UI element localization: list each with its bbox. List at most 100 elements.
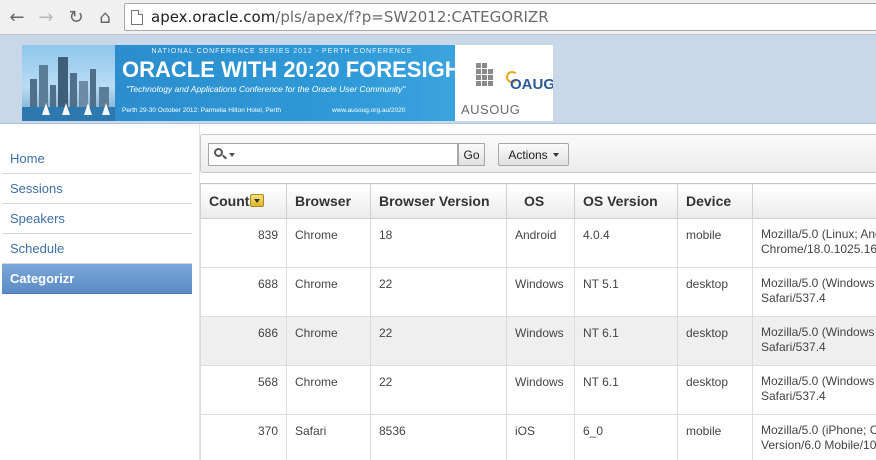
url-host: apex.oracle.com (151, 8, 276, 26)
user-agent-line-2: Safari/537.4 (761, 340, 826, 354)
cell-count: 370 (200, 414, 287, 460)
sidebar-item-label: Home (10, 151, 45, 166)
sidebar-item-label: Schedule (10, 241, 65, 256)
sidebar-item-label: Speakers (10, 211, 65, 226)
sidebar-item-categorizr[interactable]: Categorizr (2, 264, 192, 294)
cell-browser-version: 22 (370, 365, 507, 415)
cell-user-agent: Mozilla/5.0 (Windows NT 5.1)Safari/537.4 (752, 267, 876, 317)
search-icon[interactable] (213, 146, 235, 164)
cell-os: Windows (506, 267, 575, 317)
sidebar-item-sessions[interactable]: Sessions (2, 174, 192, 204)
column-header-label: Browser Version (379, 193, 490, 209)
column-header-os[interactable]: OS (506, 183, 575, 219)
cell-device: mobile (677, 414, 753, 460)
back-arrow-icon[interactable]: ← (6, 6, 28, 28)
user-agent-line-1: Mozilla/5.0 (iPhone; CPU iPhone OS 6_0) (761, 423, 876, 437)
browser-toolbar: ← → ↻ ⌂ apex.oracle.com/pls/apex/f?p=SW2… (0, 0, 876, 35)
url-path: /pls/apex/f?p=SW2012:CATEGORIZR (275, 8, 549, 26)
header-row: Count Browser Browser Version OS OS Vers… (200, 183, 876, 219)
column-header-browser[interactable]: Browser (286, 183, 371, 219)
cell-browser-version: 8536 (370, 414, 507, 460)
forward-arrow-icon[interactable]: → (35, 6, 57, 28)
ausoug-logo-icon (476, 63, 493, 89)
column-header-label: Browser (295, 193, 352, 209)
column-header-label: OS (524, 193, 545, 209)
search-field[interactable] (208, 143, 458, 166)
cell-browser-version: 22 (370, 267, 507, 317)
cell-browser-version: 22 (370, 316, 507, 366)
cell-os-version: NT 5.1 (574, 267, 678, 317)
cell-user-agent: Mozilla/5.0 (Windows NT 6.1; WOW64)Safar… (752, 365, 876, 415)
table-row[interactable]: 370 Safari 8536 iOS 6_0 mobile Mozilla/5… (200, 414, 876, 460)
sort-descending-icon[interactable] (250, 193, 265, 207)
user-agent-line-1: Mozilla/5.0 (Windows NT 5.1) (761, 276, 876, 290)
cell-device: mobile (677, 218, 753, 268)
conference-banner[interactable]: NATIONAL CONFERENCE SERIES 2012 - PERTH … (22, 45, 553, 121)
column-header-label: Count (209, 193, 250, 209)
cell-os: Windows (506, 316, 575, 366)
table-row[interactable]: 688 Chrome 22 Windows NT 5.1 desktop Moz… (200, 267, 876, 317)
cell-os-version: NT 6.1 (574, 365, 678, 415)
user-agent-line-2: Chrome/18.0.1025.166 Mobile Safari/535.1… (761, 242, 876, 256)
home-icon[interactable]: ⌂ (94, 6, 116, 28)
cell-browser: Safari (286, 414, 371, 460)
banner-title: ORACLE WITH 20:20 FORESIGHT (122, 57, 475, 82)
sidebar-item-home[interactable]: Home (2, 144, 192, 174)
cell-browser: Chrome (286, 365, 371, 415)
sidebar-item-schedule[interactable]: Schedule (2, 234, 192, 264)
sidebar-nav: Home Sessions Speakers Schedule Categori… (0, 124, 200, 460)
cell-browser: Chrome (286, 267, 371, 317)
banner-footer-right: www.ausoug.org.au/2020 (332, 107, 406, 114)
column-header-label: Device (686, 193, 732, 209)
user-agent-line-1: Mozilla/5.0 (Windows NT 6.1) (761, 325, 876, 339)
cell-user-agent: Mozilla/5.0 (Windows NT 6.1)Safari/537.4 (752, 316, 876, 366)
chevron-down-icon (552, 152, 559, 157)
oaug-logo: OAUG (510, 76, 553, 93)
table-row[interactable]: 839 Chrome 18 Android 4.0.4 mobile Mozil… (200, 218, 876, 268)
banner-subtitle: "Technology and Applications Conference … (126, 84, 406, 94)
report-toolbar: Go Actions (200, 134, 876, 173)
cell-count: 568 (200, 365, 287, 415)
user-agent-line-2: Version/6.0 Mobile/10A5376e Safari/8536 (761, 438, 876, 452)
cell-os: Android (506, 218, 575, 268)
cell-browser-version: 18 (370, 218, 507, 268)
actions-menu-button[interactable]: Actions (498, 143, 569, 166)
banner-top-line: NATIONAL CONFERENCE SERIES 2012 - PERTH … (151, 48, 413, 55)
sidebar-item-speakers[interactable]: Speakers (2, 204, 192, 234)
column-header-count[interactable]: Count (200, 183, 287, 219)
go-button[interactable]: Go (458, 143, 485, 166)
cell-browser: Chrome (286, 316, 371, 366)
actions-label: Actions (508, 147, 548, 162)
user-agent-line-2: Safari/537.4 (761, 291, 826, 305)
column-header-browser-version[interactable]: Browser Version (370, 183, 507, 219)
report-region: Count Browser Browser Version OS OS Vers… (200, 183, 876, 460)
cell-os: iOS (506, 414, 575, 460)
header-strip: NATIONAL CONFERENCE SERIES 2012 - PERTH … (0, 35, 876, 124)
cell-os: Windows (506, 365, 575, 415)
table-row[interactable]: 686 Chrome 22 Windows NT 6.1 desktop Moz… (200, 316, 876, 366)
column-header-label: OS Version (583, 193, 658, 209)
page-icon (131, 9, 143, 25)
chevron-down-icon (229, 153, 235, 157)
cell-os-version: 6_0 (574, 414, 678, 460)
user-agent-line-1: Mozilla/5.0 (Windows NT 6.1; WOW64) (761, 374, 876, 388)
banner-footer-left: Perth 29-30 October 2012: Parmelia Hilto… (122, 107, 281, 114)
column-header-os-version[interactable]: OS Version (574, 183, 678, 219)
cell-device: desktop (677, 267, 753, 317)
cell-os-version: 4.0.4 (574, 218, 678, 268)
cell-browser: Chrome (286, 218, 371, 268)
address-bar[interactable]: apex.oracle.com/pls/apex/f?p=SW2012:CATE… (124, 3, 876, 31)
cell-count: 688 (200, 267, 287, 317)
reload-icon[interactable]: ↻ (65, 6, 87, 28)
user-agent-line-1: Mozilla/5.0 (Linux; Android 4.0.4; (761, 227, 876, 241)
sponsor-logos: AUSOUG OAUG (455, 45, 553, 121)
cell-os-version: NT 6.1 (574, 316, 678, 366)
table-row[interactable]: 568 Chrome 22 Windows NT 6.1 desktop Moz… (200, 365, 876, 415)
column-header-user-agent[interactable] (752, 183, 876, 219)
search-input[interactable] (237, 146, 455, 163)
cell-user-agent: Mozilla/5.0 (iPhone; CPU iPhone OS 6_0)V… (752, 414, 876, 460)
cell-count: 839 (200, 218, 287, 268)
app-window: ← → ↻ ⌂ apex.oracle.com/pls/apex/f?p=SW2… (0, 0, 876, 460)
column-header-device[interactable]: Device (677, 183, 753, 219)
cell-count: 686 (200, 316, 287, 366)
